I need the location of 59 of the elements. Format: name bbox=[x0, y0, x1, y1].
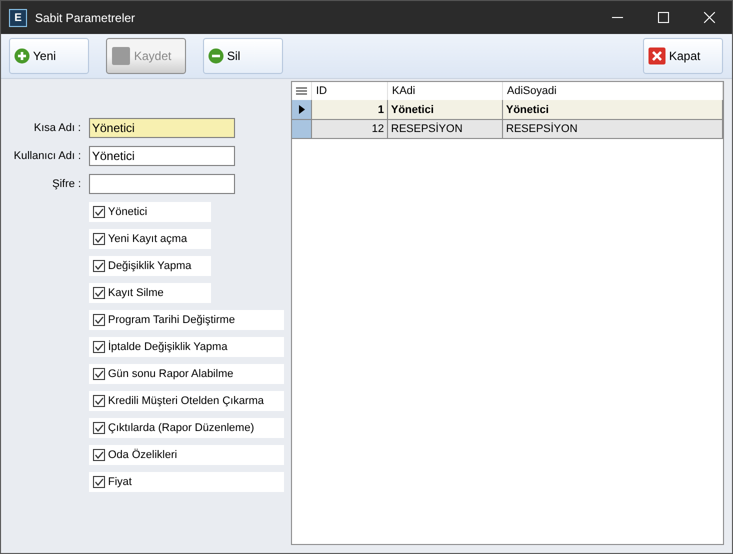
table-cell: RESEPSİYON bbox=[388, 120, 503, 139]
checkbox[interactable] bbox=[93, 476, 105, 488]
delete-button[interactable]: Sil bbox=[203, 38, 283, 74]
close-icon bbox=[704, 12, 714, 23]
permission-checkbox[interactable]: İptalde Değişiklik Yapma bbox=[89, 337, 284, 357]
checkbox[interactable] bbox=[93, 422, 105, 434]
check-icon bbox=[94, 477, 104, 487]
field-label: Kullanıcı Adı : bbox=[12, 150, 82, 162]
permission-checkbox[interactable]: Kredili Müşteri Otelden Çıkarma bbox=[89, 391, 284, 411]
table-cell: Yönetici bbox=[503, 100, 723, 120]
table-cell: 1 bbox=[312, 100, 388, 120]
checkbox[interactable] bbox=[93, 341, 105, 353]
permission-checkbox[interactable]: Değişiklik Yapma bbox=[89, 256, 211, 276]
field-label: Şifre : bbox=[51, 178, 82, 190]
checkbox[interactable] bbox=[93, 314, 105, 326]
close-button[interactable]: Kapat bbox=[643, 38, 723, 74]
minus-icon bbox=[208, 48, 224, 64]
current-row-icon bbox=[298, 105, 304, 114]
permission-checkbox[interactable]: Gün sonu Rapor Alabilme bbox=[89, 364, 284, 384]
permission-checkbox[interactable]: Program Tarihi Değiştirme bbox=[89, 310, 284, 330]
input-field[interactable]: Yönetici bbox=[89, 146, 235, 166]
input-field[interactable] bbox=[89, 174, 235, 194]
plus-icon bbox=[14, 48, 30, 64]
check-icon bbox=[94, 288, 104, 298]
check-icon bbox=[94, 342, 104, 352]
checkbox[interactable] bbox=[93, 449, 105, 461]
permission-checkbox[interactable]: Çıktılarda (Rapor Düzenleme) bbox=[89, 418, 284, 438]
permission-checkbox[interactable]: Yönetici bbox=[89, 202, 211, 222]
input-field[interactable]: Yönetici bbox=[89, 118, 235, 138]
checkbox[interactable] bbox=[93, 395, 105, 407]
permission-checkbox[interactable]: Fiyat bbox=[89, 472, 284, 492]
check-icon bbox=[94, 450, 104, 460]
check-icon bbox=[94, 234, 104, 244]
list-icon bbox=[296, 86, 307, 96]
table-cell: Yönetici bbox=[388, 100, 503, 120]
table-cell: 12 bbox=[312, 120, 388, 139]
checkbox[interactable] bbox=[93, 368, 105, 380]
save-icon bbox=[111, 46, 131, 66]
add-button[interactable]: Yeni bbox=[9, 38, 89, 74]
checkbox[interactable] bbox=[93, 206, 105, 218]
permission-checkbox[interactable]: Kayıt Silme bbox=[89, 283, 211, 303]
check-icon bbox=[94, 369, 104, 379]
check-icon bbox=[94, 423, 104, 433]
app-icon: E bbox=[9, 8, 27, 26]
close-icon bbox=[648, 47, 666, 65]
checkbox[interactable] bbox=[93, 233, 105, 245]
check-icon bbox=[94, 315, 104, 325]
window-title: Sabit Parametreler bbox=[35, 10, 136, 24]
checkbox[interactable] bbox=[93, 287, 105, 299]
permission-checkbox[interactable]: Oda Özelikleri bbox=[89, 445, 284, 465]
permission-checkbox[interactable]: Yeni Kayıt açma bbox=[89, 229, 211, 249]
check-icon bbox=[94, 261, 104, 271]
checkbox[interactable] bbox=[93, 260, 105, 272]
check-icon bbox=[94, 207, 104, 217]
table-cell: RESEPSİYON bbox=[503, 120, 723, 139]
maximize-icon bbox=[658, 12, 668, 23]
check-icon bbox=[94, 396, 104, 406]
field-label: Kısa Adı : bbox=[32, 122, 82, 134]
row-indicator[interactable] bbox=[292, 100, 312, 120]
